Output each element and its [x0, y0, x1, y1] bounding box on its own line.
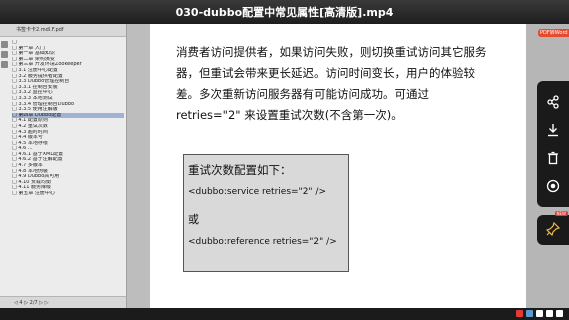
- ime-icon[interactable]: [516, 310, 523, 317]
- thumbnail-icon[interactable]: [1, 51, 8, 58]
- video-title: 030-dubbo配置中常见属性[高清版].mp4: [175, 6, 394, 19]
- trash-icon[interactable]: [545, 151, 561, 167]
- taskbar: [0, 308, 569, 320]
- keyboard-icon[interactable]: [546, 310, 553, 317]
- microphone-icon[interactable]: [536, 310, 543, 317]
- system-tray: [516, 310, 563, 318]
- screen-frame: 书签卡卡2.mdl.F.pdf □ □ 第一章 入门 □ 第一章 基础知识 □ 第二章…: [0, 24, 569, 308]
- sidebar-header: 书签卡卡2.mdl.F.pdf: [0, 24, 126, 37]
- config-or-text: 或: [188, 213, 199, 226]
- bookmark-icon[interactable]: [1, 41, 8, 48]
- pin-icon[interactable]: [545, 221, 561, 238]
- body-paragraph: 消费者访问提供者，如果访问失败，则切换重试访问其它服务器，但重试会带来更长延迟。…: [176, 45, 487, 122]
- config-box: 重试次数配置如下： <dubbo:service retries="2" /> …: [183, 154, 349, 272]
- bookmark-tree: □ □ 第一章 入门 □ 第一章 基础知识 □ 第二章 架构演变 □ 第三章 开发环境Z…: [12, 40, 124, 197]
- config-line-reference: <dubbo:reference retries="2" />: [188, 237, 337, 247]
- sidebar-footer: ◁ 4 ▷ 2/7 ▷ ▷: [0, 296, 126, 308]
- attachment-icon[interactable]: [1, 61, 8, 68]
- tray-icon[interactable]: [526, 310, 533, 317]
- floating-tool-panel: [537, 81, 569, 207]
- config-box-title: 重试次数配置如下：: [188, 163, 292, 177]
- download-icon[interactable]: [545, 123, 561, 139]
- sidebar-icon-column: [0, 38, 10, 71]
- bookmark-item[interactable]: □ 第五章 注册中心: [12, 191, 124, 197]
- settings-icon[interactable]: [556, 310, 563, 317]
- config-line-service: <dubbo:service retries="2" />: [188, 187, 326, 197]
- new-badge: NEW: [554, 211, 568, 216]
- share-icon[interactable]: [545, 95, 561, 111]
- document-page: 消费者访问提供者，如果访问失败，则切换重试访问其它服务器，但重试会带来更长延迟。…: [150, 24, 526, 308]
- video-title-bar: 030-dubbo配置中常见属性[高清版].mp4: [0, 0, 569, 24]
- bookmark-sidebar: 书签卡卡2.mdl.F.pdf □ □ 第一章 入门 □ 第一章 基础知识 □ 第二章…: [0, 24, 127, 308]
- pin-panel: NEW: [537, 211, 569, 245]
- pdf-to-word-button[interactable]: PDF转Word: [538, 29, 569, 37]
- record-icon[interactable]: [545, 179, 561, 195]
